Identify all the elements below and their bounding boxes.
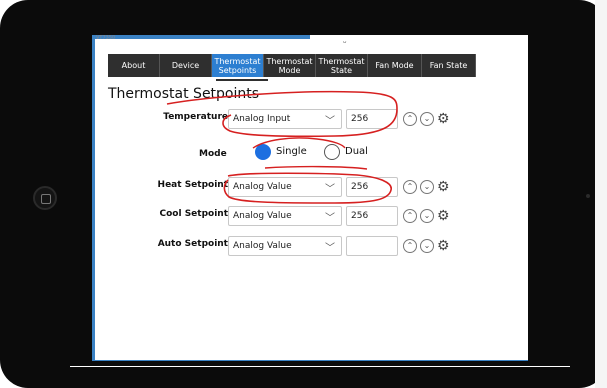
divider	[70, 366, 570, 367]
heat-setpoint-row: Heat Setpoint Analog Value ﹀ 256 ⌃ ⌄ ⚙	[95, 177, 528, 197]
temperature-value-field[interactable]: 256	[346, 109, 398, 129]
temperature-label: Temperature	[163, 112, 228, 122]
tab-device[interactable]: Device	[160, 54, 212, 77]
mode-single-radio[interactable]	[255, 144, 271, 160]
heat-setpoint-select[interactable]: Analog Value ﹀	[228, 177, 342, 197]
cool-setpoint-select[interactable]: Analog Value ﹀	[228, 206, 342, 226]
header-label: VT7350	[96, 35, 116, 41]
cool-setpoint-label: Cool Setpoint	[159, 209, 229, 219]
tab-about[interactable]: About	[108, 54, 160, 77]
decrement-button[interactable]: ⌄	[420, 180, 434, 194]
tab-thermostat-mode[interactable]: Thermostat Mode	[264, 54, 316, 77]
mode-single-label: Single	[276, 146, 307, 157]
red-annotation-marks	[166, 90, 398, 204]
cool-setpoint-value-field[interactable]: 256	[346, 206, 398, 226]
auto-setpoint-select[interactable]: Analog Value ﹀	[228, 236, 342, 256]
camera-icon	[586, 194, 590, 198]
home-button[interactable]	[33, 186, 57, 210]
temperature-select[interactable]: Analog Input ﹀	[228, 109, 342, 129]
page-title: Thermostat Setpoints	[108, 86, 260, 102]
mode-dual-label: Dual	[345, 146, 368, 157]
decrement-button[interactable]: ⌄	[420, 239, 434, 253]
tab-fan-mode[interactable]: Fan Mode	[368, 54, 422, 77]
gear-icon[interactable]: ⚙	[437, 237, 450, 253]
heat-setpoint-label: Heat Setpoint	[157, 180, 228, 190]
decrement-button[interactable]: ⌄	[420, 209, 434, 223]
increment-button[interactable]: ⌃	[403, 112, 417, 126]
header-strip	[95, 35, 310, 39]
tab-bar: About Device Thermostat Setpoints Thermo…	[108, 54, 528, 77]
tab-underline	[216, 79, 268, 81]
decrement-button[interactable]: ⌄	[420, 112, 434, 126]
tab-thermostat-setpoints[interactable]: Thermostat Setpoints	[212, 54, 264, 77]
gear-icon[interactable]: ⚙	[437, 178, 450, 194]
mode-label: Mode	[199, 149, 227, 159]
chevron-down-icon: ﹀	[325, 213, 335, 224]
auto-setpoint-select-value: Analog Value	[233, 241, 292, 251]
app-screen: VT7350 ᵕ About Device Thermostat Setpoin…	[95, 35, 528, 360]
increment-button[interactable]: ⌃	[403, 209, 417, 223]
temperature-row: Temperature Analog Input ﹀ 256 ⌃ ⌄ ⚙	[95, 109, 528, 129]
increment-button[interactable]: ⌃	[403, 180, 417, 194]
auto-setpoint-row: Auto Setpoint Analog Value ﹀ ⌃ ⌄ ⚙	[95, 236, 528, 256]
increment-button[interactable]: ⌃	[403, 239, 417, 253]
mode-dual-radio[interactable]	[324, 144, 340, 160]
cool-setpoint-row: Cool Setpoint Analog Value ﹀ 256 ⌃ ⌄ ⚙	[95, 206, 528, 226]
gear-icon[interactable]: ⚙	[437, 207, 450, 223]
chevron-down-icon: ﹀	[325, 184, 335, 195]
chevron-down-icon: ﹀	[325, 116, 335, 127]
chevron-down-icon: ﹀	[325, 243, 335, 254]
tab-thermostat-state[interactable]: Thermostat State	[316, 54, 368, 77]
cool-setpoint-select-value: Analog Value	[233, 211, 292, 221]
heat-setpoint-select-value: Analog Value	[233, 182, 292, 192]
auto-setpoint-label: Auto Setpoint	[157, 239, 228, 249]
tab-fan-state[interactable]: Fan State	[422, 54, 476, 77]
temperature-select-value: Analog Input	[233, 114, 291, 124]
auto-setpoint-value-field[interactable]	[346, 236, 398, 256]
heat-setpoint-value-field[interactable]: 256	[346, 177, 398, 197]
header-glyph: ᵕ	[343, 37, 347, 47]
background-edge	[595, 0, 607, 388]
gear-icon[interactable]: ⚙	[437, 110, 450, 126]
annotation-stroke-heat-top	[264, 165, 368, 170]
